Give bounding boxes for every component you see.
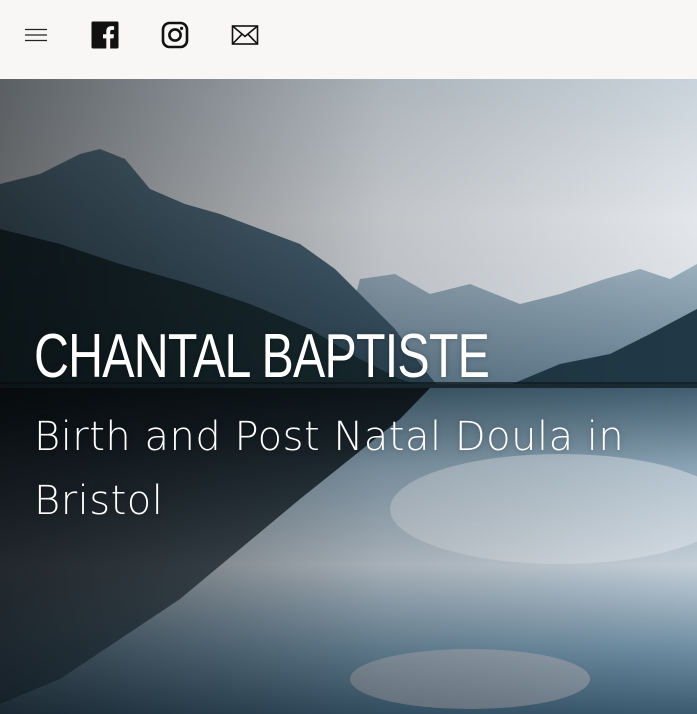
instagram-icon[interactable] [161, 21, 189, 49]
lake-mountain-background-image [0, 79, 697, 714]
mail-icon[interactable] [231, 21, 259, 49]
top-navigation-bar [0, 0, 697, 79]
hero-title: CHANTAL BAPTISTE [34, 322, 490, 391]
facebook-icon[interactable] [91, 21, 119, 49]
hamburger-menu-icon[interactable] [22, 21, 50, 49]
hero-banner: CHANTAL BAPTISTE Birth and Post Natal Do… [0, 79, 697, 714]
hero-subtitle: Birth and Post Natal Doula in Bristol [34, 414, 625, 524]
